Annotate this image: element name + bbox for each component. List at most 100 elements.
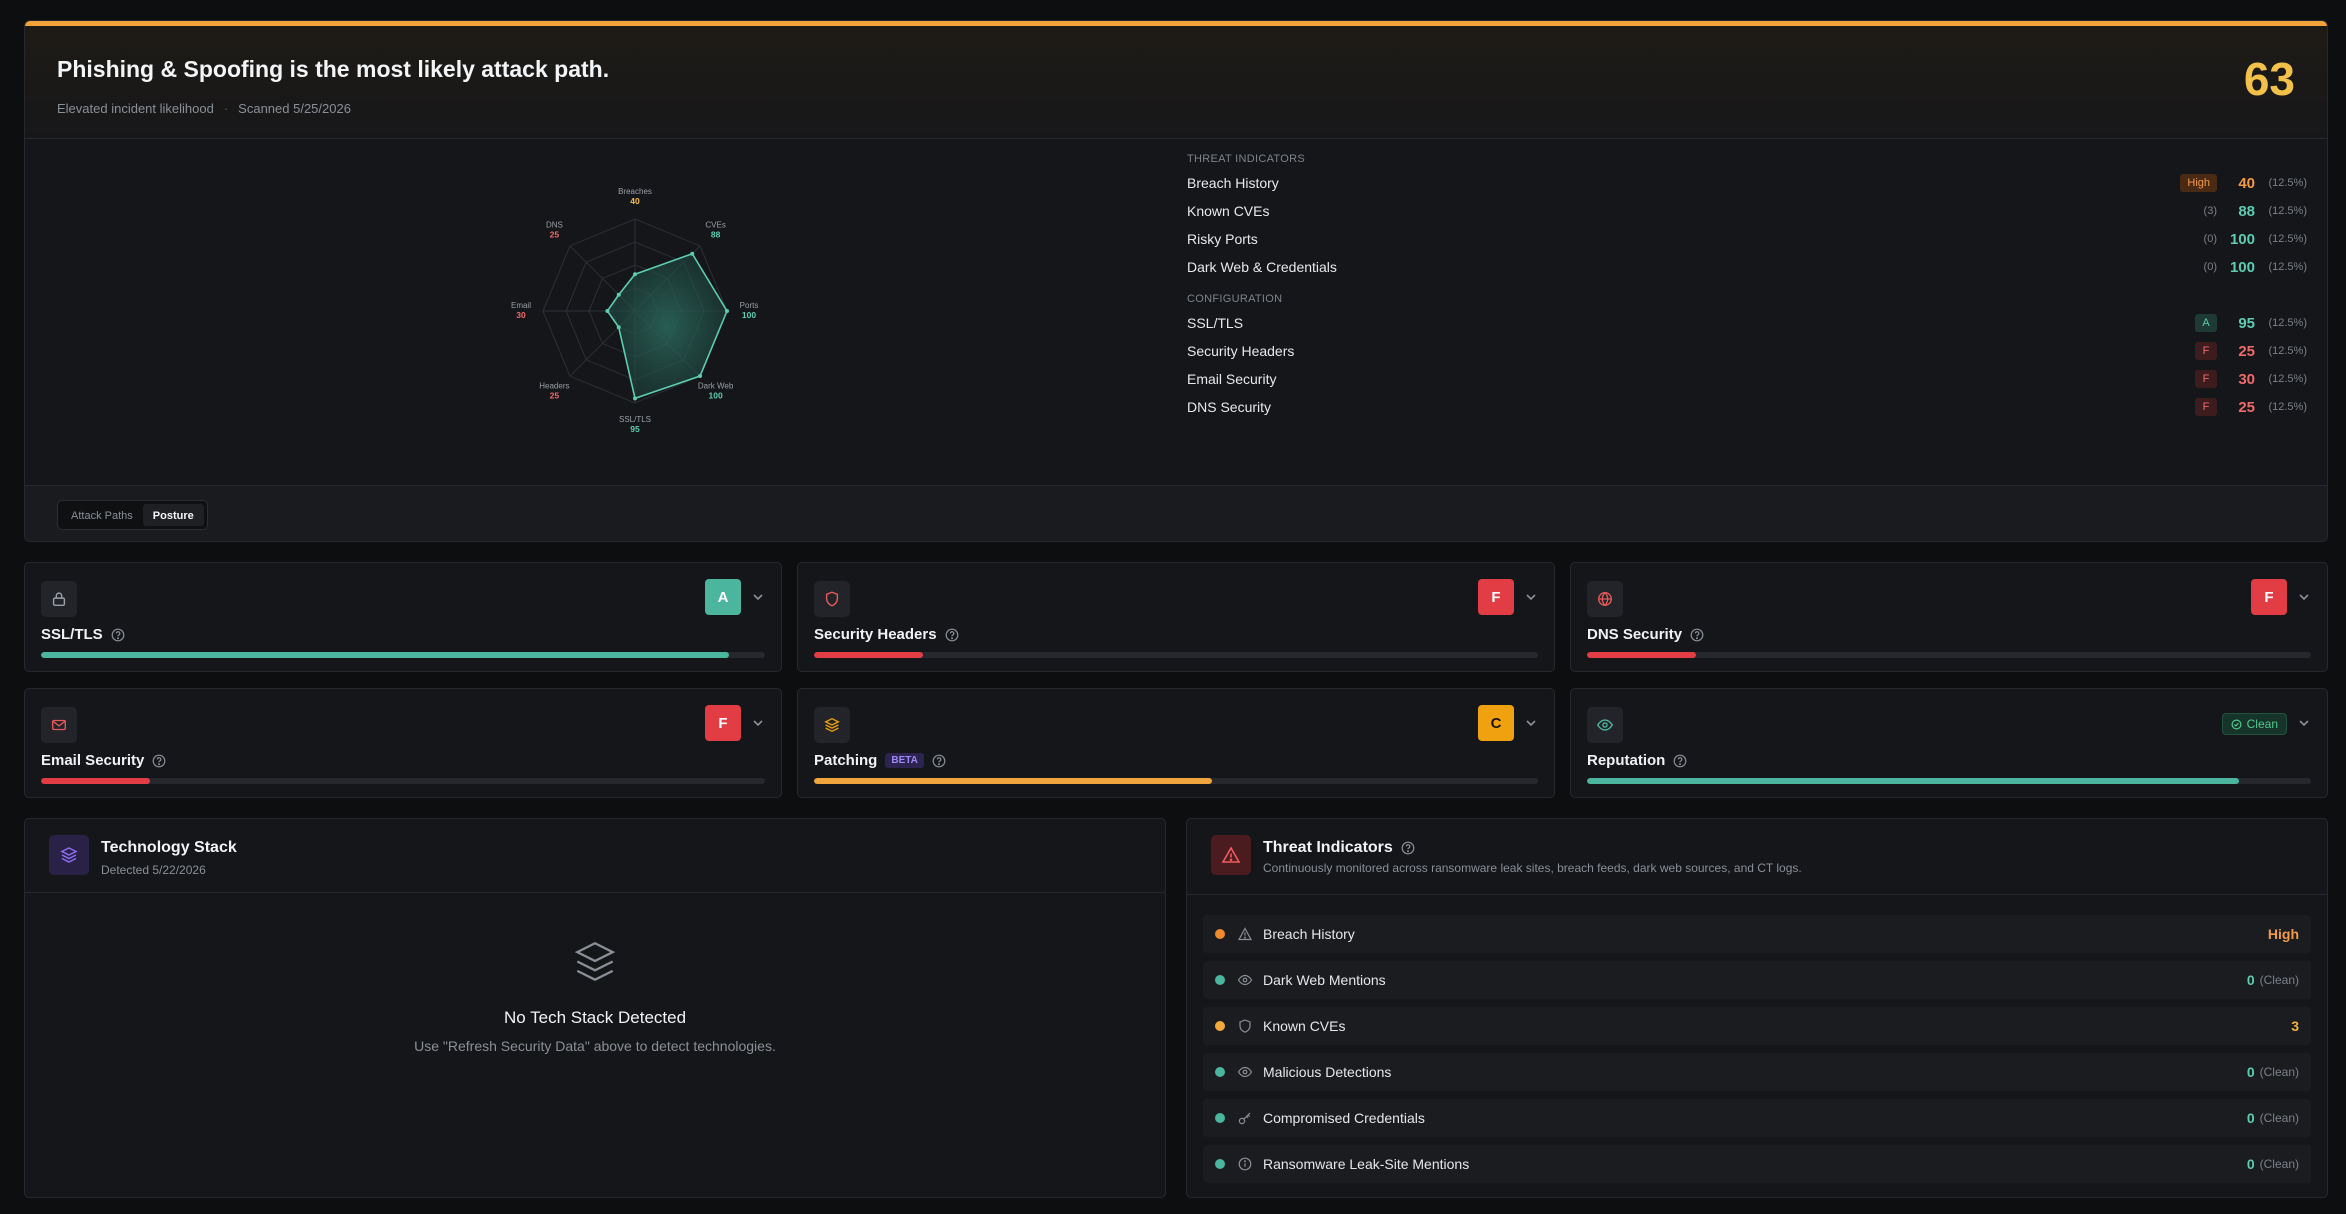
grade-badge: F xyxy=(2195,370,2217,388)
summary-header: Phishing & Spoofing is the most likely a… xyxy=(25,26,2327,139)
info-circle-icon xyxy=(1238,1157,1252,1171)
threat-row-malicious-detections[interactable]: Malicious Detections 0 (Clean) xyxy=(1203,1053,2311,1091)
help-icon[interactable] xyxy=(111,628,125,642)
technology-stack-panel: Technology Stack Detected 5/22/2026 No T… xyxy=(24,818,1166,1198)
chevron-down-icon[interactable] xyxy=(751,590,765,604)
chevron-down-icon[interactable] xyxy=(1524,590,1538,604)
breakdown-name: Risky Ports xyxy=(1187,231,1258,247)
radar-axis-label-dark-web: Dark Web xyxy=(698,382,734,391)
breakdown-count: (0) xyxy=(2203,233,2217,245)
grade-badge: F xyxy=(1478,579,1514,615)
threat-note: (Clean) xyxy=(2259,1065,2299,1079)
posture-label-text: Reputation xyxy=(1587,752,1666,769)
beta-badge: BETA xyxy=(885,753,924,768)
breakdown-row-breach-history: Breach History High 40 (12.5%) xyxy=(1187,169,2307,197)
posture-card-patching[interactable]: C Patching BETA xyxy=(797,688,1555,798)
check-circle-icon xyxy=(2231,719,2242,729)
breakdown-name: Security Headers xyxy=(1187,343,1295,359)
threat-name: Breach History xyxy=(1263,926,1355,942)
posture-card-email-security[interactable]: F Email Security xyxy=(24,688,782,798)
posture-label-text: Security Headers xyxy=(814,626,937,643)
chevron-down-icon[interactable] xyxy=(2297,590,2311,604)
breakdown-name: SSL/TLS xyxy=(1187,315,1244,331)
radar-point-ports xyxy=(725,309,729,313)
threat-name: Malicious Detections xyxy=(1263,1064,1392,1080)
chevron-down-icon[interactable] xyxy=(2297,716,2311,730)
help-icon[interactable] xyxy=(1673,754,1687,768)
posture-label-text: Patching xyxy=(814,752,878,769)
threat-indicator-list: Breach History High Dark Web Mentions 0 … xyxy=(1203,915,2311,1191)
grade-badge: A xyxy=(2195,314,2217,332)
mail-icon xyxy=(41,707,77,743)
help-icon[interactable] xyxy=(1401,841,1415,855)
breakdown-score: 30 xyxy=(2238,370,2255,388)
empty-state: No Tech Stack Detected Use "Refresh Secu… xyxy=(25,937,1165,1054)
threat-row-known-cves[interactable]: Known CVEs 3 xyxy=(1203,1007,2311,1045)
chevron-down-icon[interactable] xyxy=(751,716,765,730)
threat-value: High xyxy=(2267,926,2299,942)
threat-row-compromised-credentials[interactable]: Compromised Credentials 0 (Clean) xyxy=(1203,1099,2311,1137)
radar-axis-value-ssl-tls: 95 xyxy=(630,424,640,434)
posture-label: SSL/TLS xyxy=(41,626,125,643)
tab-attack-paths[interactable]: Attack Paths xyxy=(61,504,143,526)
breakdown-weight: (12.5%) xyxy=(2268,317,2307,329)
severity-badge: High xyxy=(2180,174,2217,192)
breakdown-score: 100 xyxy=(2229,230,2255,248)
radar-axis-value-dns: 25 xyxy=(550,229,560,239)
help-icon[interactable] xyxy=(945,628,959,642)
radar-point-email xyxy=(605,309,610,313)
help-icon[interactable] xyxy=(152,754,166,768)
breakdown-row-known-cves: Known CVEs (3) 88 (12.5%) xyxy=(1187,197,2307,225)
panel-title-row: Threat Indicators xyxy=(1263,839,1415,857)
breakdown-score: 25 xyxy=(2238,342,2255,360)
layers-icon xyxy=(49,835,89,875)
threat-indicators-panel: Threat Indicators Continuously monitored… xyxy=(1186,818,2328,1198)
shield-icon xyxy=(814,581,850,617)
status-dot xyxy=(1215,1159,1225,1169)
alert-triangle-icon xyxy=(1211,835,1251,875)
grade-badge: C xyxy=(1478,705,1514,741)
overall-score: 63 xyxy=(2243,53,2295,105)
radar-axis-value-dark-web: 100 xyxy=(709,391,723,401)
posture-progress xyxy=(41,778,765,784)
radar-chart-svg: Breaches40CVEs88Ports100Dark Web100SSL/T… xyxy=(511,187,759,434)
posture-progress xyxy=(1587,778,2311,784)
posture-progress-fill xyxy=(1587,652,1696,658)
breakdown-score: 100 xyxy=(2229,258,2255,276)
grade-badge: F xyxy=(705,705,741,741)
radar-axis-label-ports: Ports xyxy=(740,301,759,310)
meta-separator: · xyxy=(223,101,229,116)
posture-card-security-headers[interactable]: F Security Headers xyxy=(797,562,1555,672)
threat-value: 0 xyxy=(2246,1156,2255,1172)
threat-note: (Clean) xyxy=(2259,1111,2299,1125)
breakdown-row-ssl-tls: SSL/TLS A 95 (12.5%) xyxy=(1187,309,2307,337)
posture-progress xyxy=(814,652,1538,658)
help-icon[interactable] xyxy=(1690,628,1704,642)
posture-label-text: SSL/TLS xyxy=(41,626,103,643)
threat-name: Dark Web Mentions xyxy=(1263,972,1386,988)
radar-axis-value-email: 30 xyxy=(516,310,526,320)
threat-row-breach-history[interactable]: Breach History High xyxy=(1203,915,2311,953)
breakdown-weight: (12.5%) xyxy=(2268,205,2307,217)
posture-card-reputation[interactable]: Clean Reputation xyxy=(1570,688,2328,798)
status-dot xyxy=(1215,1067,1225,1077)
scan-date: Scanned 5/25/2026 xyxy=(238,101,351,116)
threat-row-dark-web-mentions[interactable]: Dark Web Mentions 0 (Clean) xyxy=(1203,961,2311,999)
threat-name: Ransomware Leak-Site Mentions xyxy=(1263,1156,1470,1172)
detected-date: Detected 5/22/2026 xyxy=(101,863,206,877)
posture-progress xyxy=(1587,652,2311,658)
threat-indicators-heading: THREAT INDICATORS xyxy=(1187,153,1305,165)
threat-row-ransomware-leak-site[interactable]: Ransomware Leak-Site Mentions 0 (Clean) xyxy=(1203,1145,2311,1183)
grade-badge: F xyxy=(2251,579,2287,615)
chevron-down-icon[interactable] xyxy=(1524,716,1538,730)
panel-title: Threat Indicators xyxy=(1263,839,1393,856)
breakdown-weight: (12.5%) xyxy=(2268,373,2307,385)
tab-posture[interactable]: Posture xyxy=(142,504,204,526)
threat-value: 0 xyxy=(2246,972,2255,988)
posture-card-ssl-tls[interactable]: A SSL/TLS xyxy=(24,562,782,672)
help-icon[interactable] xyxy=(932,754,946,768)
globe-icon xyxy=(1587,581,1623,617)
radar-point-dark-web xyxy=(698,374,703,379)
posture-card-dns-security[interactable]: F DNS Security xyxy=(1570,562,2328,672)
panel-title: Technology Stack xyxy=(101,839,237,856)
